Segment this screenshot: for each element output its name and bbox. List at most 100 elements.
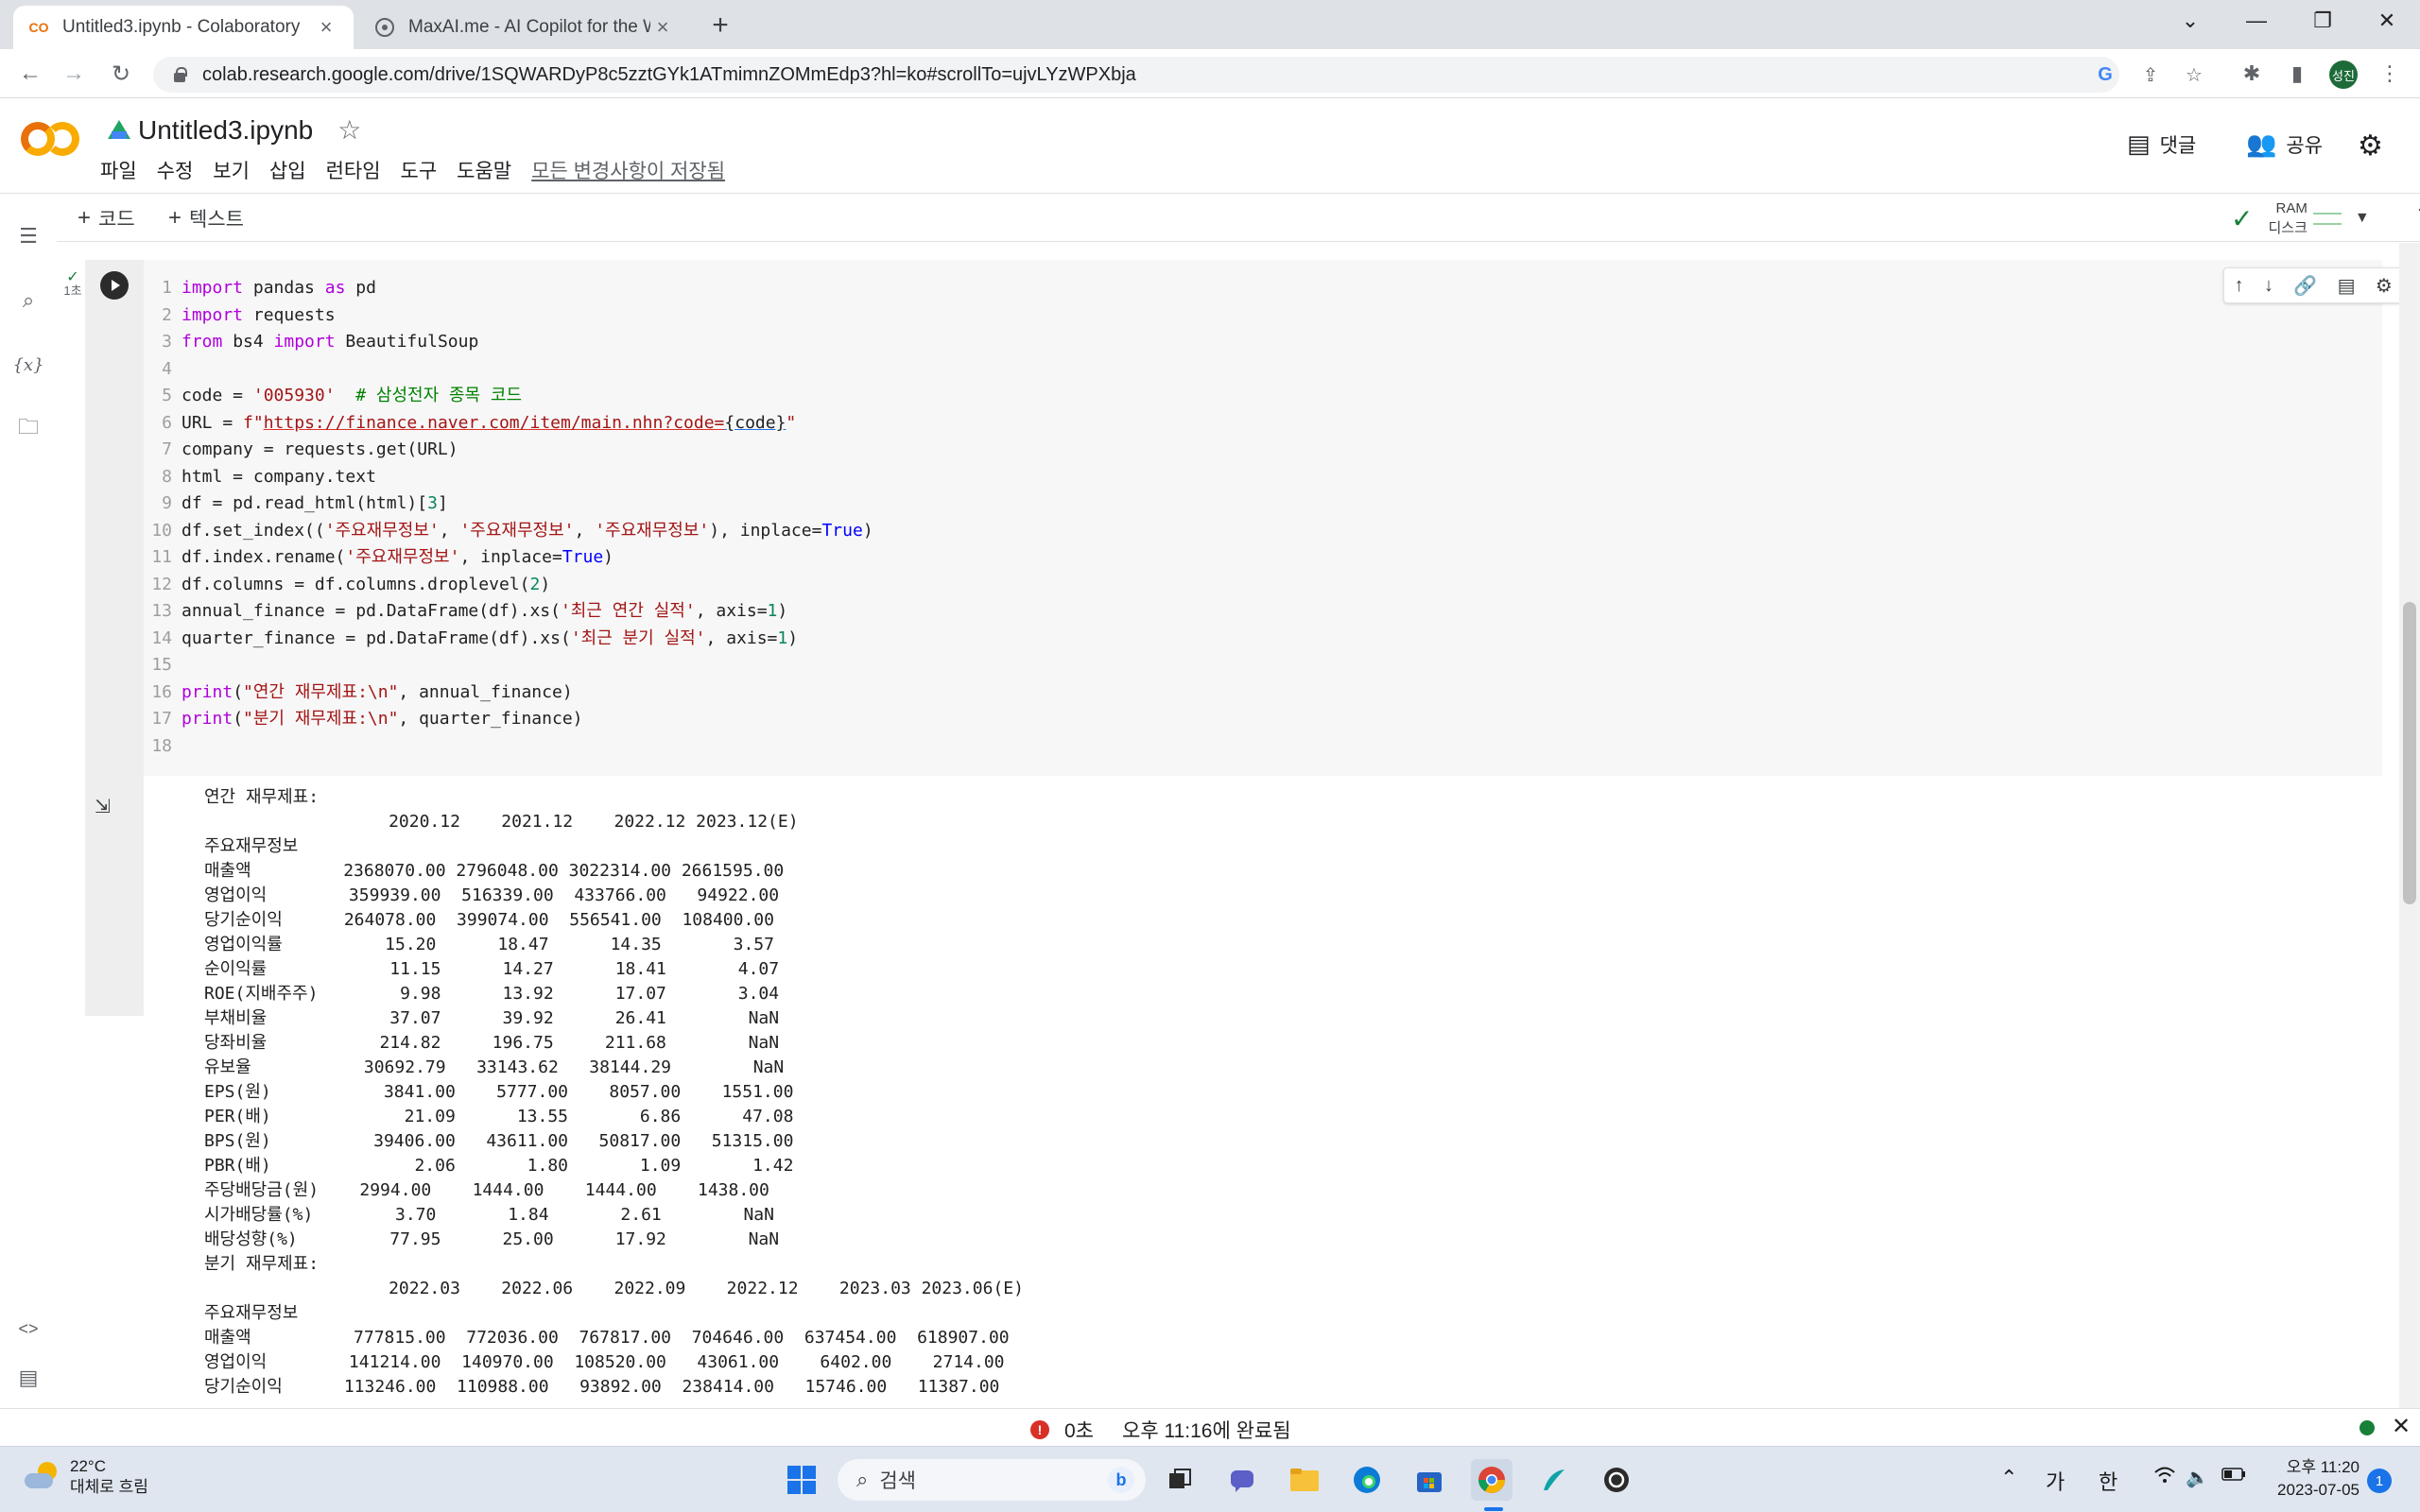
windows-logo-icon — [787, 1466, 816, 1494]
menu-insert[interactable]: 삽입 — [269, 156, 306, 184]
back-icon[interactable]: ← — [13, 57, 47, 91]
code-line: 12 df.columns = df.columns.droplevel(2) — [151, 574, 551, 594]
code-line: 1 import pandas as pd — [162, 278, 376, 298]
cell-settings-gear-icon[interactable]: ⚙ — [2376, 274, 2393, 298]
microsoft-store-icon[interactable] — [1409, 1459, 1450, 1501]
code-cell[interactable]: 1 import pandas as pd 2 import requests 3 fro… — [85, 260, 2399, 1408]
ime-language-button[interactable]: 가 — [2046, 1466, 2065, 1496]
tray-overflow-icon[interactable]: ⌃ — [2000, 1466, 2017, 1490]
search-icon[interactable]: ⌕ — [13, 285, 43, 316]
star-icon[interactable]: ☆ — [337, 114, 361, 146]
edge-icon[interactable] — [1346, 1459, 1388, 1501]
menu-help[interactable]: 도움말 — [457, 156, 511, 184]
notification-badge[interactable]: 1 — [2367, 1469, 2392, 1493]
reload-icon[interactable]: ↻ — [104, 57, 138, 91]
task-view-icon[interactable] — [1159, 1459, 1201, 1501]
menu-file[interactable]: 파일 — [100, 156, 137, 184]
success-check-icon: ✓ — [66, 269, 79, 285]
notebook-title[interactable]: Untitled3.ipynb — [138, 115, 313, 146]
share-label: 공유 — [2286, 134, 2324, 157]
chrome-icon[interactable] — [1471, 1459, 1512, 1501]
scrollbar-thumb[interactable] — [2403, 602, 2416, 904]
tab-maxai[interactable]: MaxAI.me - AI Copilot for the W × — [359, 6, 690, 49]
saved-status[interactable]: 모든 변경사항이 저장됨 — [531, 156, 725, 184]
file-explorer-icon[interactable] — [1284, 1459, 1325, 1501]
cell-output: ⇲ 연간 재무제표: 2020.12 2021.12 2022.12 2023.… — [95, 776, 2382, 1408]
extensions-icon[interactable]: ✱ — [2235, 57, 2269, 91]
comment-button[interactable]: ▤ 댓글 — [2127, 129, 2196, 159]
quarter-row: 당기순이익 113246.00 110988.00 93892.00 23841… — [204, 1377, 1000, 1397]
annual-row: ROE(지배주주) 9.98 13.92 17.07 3.04 — [204, 984, 780, 1004]
close-tab-icon[interactable]: × — [314, 15, 338, 40]
share-button[interactable]: 👥 공유 — [2246, 129, 2323, 159]
chatgpt-app-icon[interactable] — [1596, 1459, 1637, 1501]
search-placeholder: 검색 — [879, 1470, 916, 1492]
minimize-icon[interactable]: — — [2223, 0, 2290, 42]
annual-index-name: 주요재무정보 — [204, 836, 299, 856]
menu-runtime[interactable]: 런타임 — [326, 156, 381, 184]
teams-chat-icon[interactable] — [1221, 1459, 1263, 1501]
variables-icon[interactable]: {x} — [12, 350, 43, 380]
close-status-icon[interactable]: ✕ — [2392, 1413, 2411, 1440]
side-panel-icon[interactable]: ▮ — [2280, 57, 2314, 91]
new-tab-button[interactable]: + — [704, 9, 736, 42]
left-sidebar: ☰ ⌕ {x} 🗀 <> ▤ — [0, 195, 57, 1408]
battery-icon[interactable] — [2221, 1466, 2246, 1487]
annual-row: 유보율 30692.79 33143.62 38144.29 NaN — [204, 1057, 785, 1077]
weather-widget[interactable]: 22°C 대체로 흐림 — [23, 1456, 148, 1498]
quarter-index-name: 주요재무정보 — [204, 1303, 299, 1323]
resources-dropdown-icon[interactable]: ▼ — [2355, 210, 2370, 227]
speaker-icon[interactable]: 🔈 — [2186, 1466, 2209, 1489]
menu-view[interactable]: 보기 — [213, 156, 250, 184]
run-cell-button[interactable] — [100, 271, 129, 300]
colab-logo-icon[interactable] — [21, 122, 79, 160]
code-line: 14 quarter_finance = pd.DataFrame(df).xs(… — [151, 627, 799, 648]
add-code-button[interactable]: + 코드 — [78, 204, 135, 232]
code-snippets-icon[interactable]: <> — [13, 1314, 43, 1344]
address-bar[interactable]: colab.research.google.com/drive/1SQWARDy… — [153, 57, 2203, 93]
wifi-icon[interactable] — [2153, 1466, 2176, 1490]
weather-cloud-icon — [23, 1460, 60, 1494]
notebook-scrollbar[interactable] — [2399, 243, 2420, 1408]
code-editor[interactable]: 1 import pandas as pd 2 import requests 3 fro… — [144, 260, 2399, 776]
link-icon[interactable]: 🔗 — [2293, 274, 2317, 298]
annual-row: PBR(배) 2.06 1.80 1.09 1.42 — [204, 1156, 794, 1176]
table-of-contents-icon[interactable]: ☰ — [13, 221, 43, 251]
comment-cell-icon[interactable]: ▤ — [2338, 274, 2356, 298]
folder-icon[interactable]: 🗀 — [13, 414, 43, 444]
bookmark-star-icon[interactable]: ☆ — [2180, 57, 2208, 93]
output-actions-icon[interactable]: ⇲ — [95, 795, 119, 817]
start-button[interactable] — [781, 1459, 822, 1501]
move-cell-down-icon[interactable]: ↓ — [2264, 275, 2273, 297]
menu-tools[interactable]: 도구 — [401, 156, 438, 184]
pen-app-icon[interactable] — [1533, 1459, 1575, 1501]
add-text-button[interactable]: + 텍스트 — [168, 204, 244, 232]
bing-icon[interactable]: b — [1108, 1467, 1134, 1493]
connected-check-icon: ✓ — [2231, 203, 2254, 233]
cell-exec-time: 1초 — [63, 284, 82, 298]
tab-search-icon[interactable]: ⌄ — [2157, 0, 2223, 42]
move-cell-up-icon[interactable]: ↑ — [2235, 275, 2244, 297]
google-icon[interactable]: G — [2091, 57, 2119, 93]
google-drive-icon[interactable] — [108, 119, 130, 141]
forward-icon[interactable]: → — [57, 57, 91, 91]
tab-colab[interactable]: CO Untitled3.ipynb - Colaboratory × — [13, 6, 354, 49]
clock-time: 오후 11:20 — [2286, 1458, 2360, 1476]
share-page-icon[interactable]: ⇪ — [2136, 57, 2165, 93]
disk-label: 디스크 — [2268, 220, 2308, 236]
close-tab-icon[interactable]: × — [650, 15, 675, 40]
taskbar-clock[interactable]: 오후 11:20 2023-07-05 — [2265, 1456, 2360, 1502]
runtime-resources[interactable]: ✓ RAM 디스크 ▼ — [2231, 198, 2382, 238]
browser-menu-icon[interactable]: ⋮ — [2373, 57, 2407, 91]
settings-button[interactable]: ⚙ — [2358, 129, 2393, 163]
annual-row: 배당성향(%) 77.95 25.00 17.92 NaN — [204, 1229, 780, 1249]
profile-avatar[interactable]: 성진 — [2329, 60, 2358, 89]
command-palette-icon[interactable]: ▤ — [13, 1363, 43, 1393]
menu-edit[interactable]: 수정 — [157, 156, 194, 184]
execution-status[interactable]: ! 0초 오후 11:16에 완료됨 — [1030, 1416, 1291, 1444]
restore-icon[interactable]: ❐ — [2290, 0, 2356, 42]
taskbar-search[interactable]: ⌕ 검색 b — [838, 1459, 1146, 1501]
ime-mode-button[interactable]: 한 — [2099, 1466, 2118, 1496]
close-window-icon[interactable]: ✕ — [2354, 0, 2420, 42]
collapse-header-icon[interactable]: ⌃ — [2414, 202, 2420, 227]
